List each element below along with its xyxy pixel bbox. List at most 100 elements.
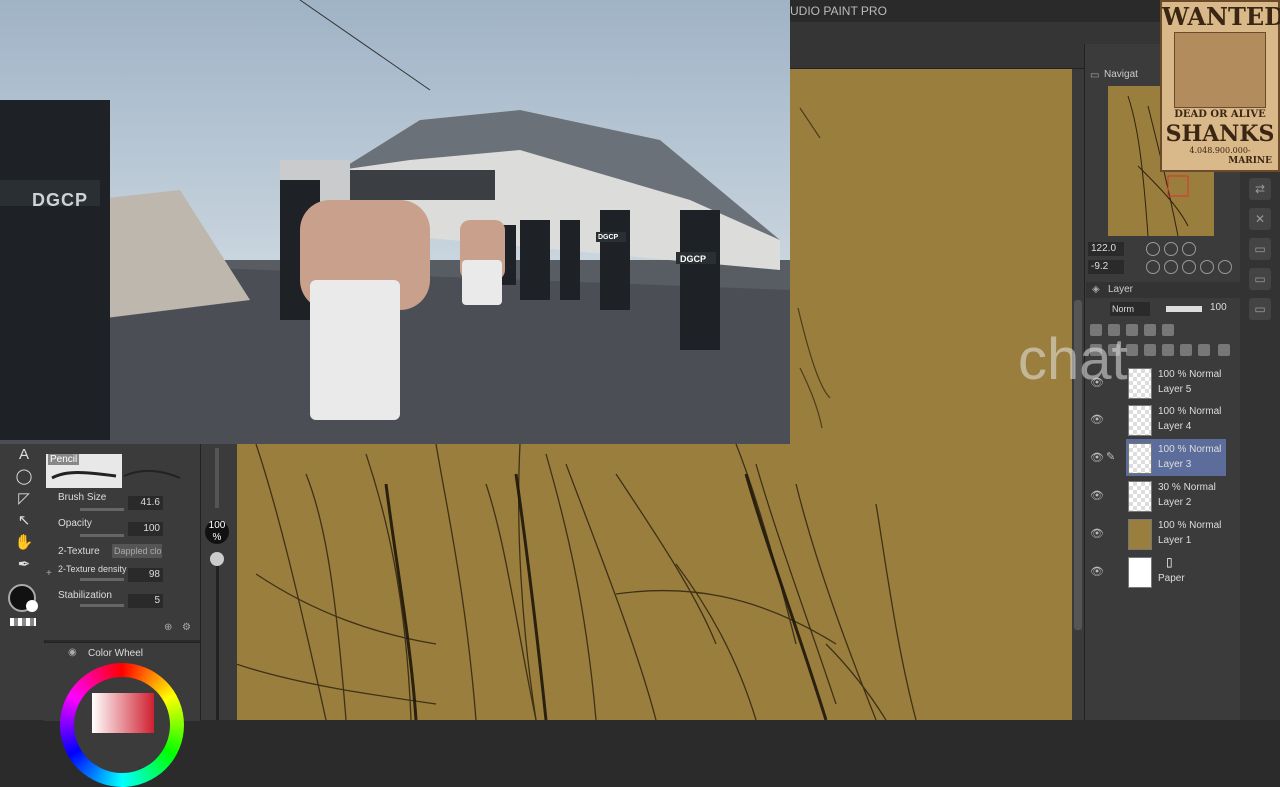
- mask-icon[interactable]: [1162, 344, 1174, 356]
- apply-mask-icon[interactable]: [1180, 344, 1192, 356]
- reset-rotate-icon[interactable]: [1182, 260, 1196, 274]
- rotate-right-icon[interactable]: [1164, 260, 1178, 274]
- lasso-tool-icon[interactable]: ◯: [14, 468, 34, 486]
- sub-color-swatch[interactable]: [26, 600, 38, 612]
- settings-icon[interactable]: ⊕: [164, 622, 172, 633]
- texture-density-value[interactable]: 98: [128, 568, 163, 582]
- layer-opacity-slider[interactable]: [1166, 306, 1202, 312]
- brush-size-label: Brush Size: [58, 492, 107, 503]
- opacity-slider[interactable]: [80, 534, 124, 537]
- layer-mode: 30 % Normal: [1158, 482, 1216, 493]
- visibility-eye-icon[interactable]: 👁: [1090, 451, 1104, 464]
- blend-mode-select[interactable]: Norm: [1110, 302, 1150, 316]
- opacity-label: Opacity: [58, 518, 92, 529]
- texture-density-slider[interactable]: [80, 578, 124, 581]
- wrench-icon[interactable]: ⚙: [182, 622, 191, 633]
- navigator-tab[interactable]: Navigat: [1104, 66, 1160, 84]
- pen-tool-icon[interactable]: ◸: [14, 490, 34, 508]
- opacity-bubble-unit: %: [212, 532, 222, 543]
- transparent-color-swatch[interactable]: [10, 618, 36, 626]
- opacity-handle[interactable]: [210, 552, 224, 566]
- zoom-fit-icon[interactable]: [1182, 242, 1196, 256]
- layer-mode: 100 % Normal: [1158, 369, 1222, 380]
- color-wheel-panel: ◉ Color Wheel: [44, 642, 200, 787]
- dgcp-badge: DGCP: [32, 190, 89, 210]
- navigator-controls: 122.0 -9.2: [1086, 240, 1240, 280]
- panel-icon-2[interactable]: ▭: [1249, 268, 1271, 290]
- zoom-value[interactable]: 122.0: [1088, 242, 1124, 256]
- layer-row[interactable]: 👁 30 % Normal Layer 2: [1086, 477, 1240, 514]
- paper-icon: ▯: [1166, 555, 1173, 569]
- duplicate-icon[interactable]: [1198, 344, 1210, 356]
- tool-property-panel: Pencil Brush Size 41.6 Opacity 100 2-Tex…: [44, 444, 200, 640]
- layers-icon: ◈: [1092, 284, 1100, 295]
- video-overlay: DGCP DGCP DGCP: [0, 0, 790, 444]
- opacity-value[interactable]: 100: [128, 522, 163, 536]
- texture-select[interactable]: Dappled clou: [112, 544, 162, 558]
- layer-row-selected[interactable]: 👁 ✎ 100 % Normal Layer 3: [1086, 439, 1240, 476]
- layer-row[interactable]: 👁 100 % Normal Layer 1: [1086, 515, 1240, 552]
- layer-name: Layer 5: [1158, 384, 1192, 395]
- opacity-bubble[interactable]: 100 %: [205, 520, 229, 544]
- dgcp-badge: DGCP: [598, 234, 619, 241]
- layer-row-paper[interactable]: 👁 ▯ Paper: [1086, 553, 1240, 590]
- brush-size-value[interactable]: 41.6: [128, 496, 163, 510]
- sketch-strokes-lower: [236, 444, 917, 720]
- rotate-left-icon[interactable]: [1146, 260, 1160, 274]
- layer-name: Paper: [1158, 573, 1185, 584]
- wanted-poster-overlay: WANTED DEAD OR ALIVE SHANKS 4.048.900.00…: [1160, 0, 1280, 172]
- brush-stroke-sample: [122, 458, 182, 486]
- layer-opacity-value[interactable]: 100: [1210, 302, 1227, 313]
- dgcp-badge: DGCP: [680, 254, 707, 264]
- visibility-eye-icon[interactable]: 👁: [1090, 565, 1104, 578]
- palette-scrollbar[interactable]: [215, 448, 219, 508]
- editing-pen-icon: ✎: [1106, 451, 1116, 463]
- layer-name: Layer 1: [1158, 535, 1192, 546]
- layer-tab[interactable]: Layer: [1108, 282, 1133, 298]
- poster-bounty: 4.048.900.000-: [1189, 146, 1251, 155]
- stabilization-slider[interactable]: [80, 604, 124, 607]
- brush-size-palette: 100 %: [200, 444, 237, 720]
- brush-size-slider[interactable]: [80, 508, 124, 511]
- texture-density-label: 2-Texture density: [58, 564, 127, 574]
- panel-icon[interactable]: ▭: [1249, 238, 1271, 260]
- delete-layer-icon[interactable]: [1218, 344, 1230, 356]
- layer-thumbnail: [1128, 481, 1152, 512]
- paper-thumbnail: [1128, 557, 1152, 588]
- poster-marine: MARINE: [1228, 156, 1272, 166]
- eyedropper-tool-icon[interactable]: ✒: [14, 556, 34, 574]
- drawing-canvas-lower[interactable]: [236, 444, 1072, 720]
- zoom-in-icon[interactable]: [1164, 242, 1178, 256]
- saturation-box[interactable]: [92, 693, 154, 733]
- layer-row[interactable]: 👁 100 % Normal Layer 4: [1086, 401, 1240, 438]
- layer-mode: 100 % Normal: [1158, 444, 1222, 455]
- zoom-out-icon[interactable]: [1146, 242, 1160, 256]
- panel-icon-3[interactable]: ▭: [1249, 298, 1271, 320]
- flip-horizontal-icon[interactable]: [1200, 260, 1214, 274]
- stabilization-value[interactable]: 5: [128, 594, 163, 608]
- flip-vertical-icon[interactable]: [1218, 260, 1232, 274]
- navigator-collapse-icon[interactable]: ▭: [1090, 70, 1099, 81]
- close-panel-icon[interactable]: ✕: [1249, 208, 1271, 230]
- watermark-text: chat: [1018, 327, 1128, 392]
- brush-preview[interactable]: Pencil: [46, 454, 122, 488]
- brush-name: Pencil: [48, 454, 80, 465]
- workspace-icon[interactable]: ⇄: [1249, 178, 1271, 200]
- visibility-eye-icon[interactable]: 👁: [1090, 527, 1104, 540]
- rotate-value[interactable]: -9.2: [1088, 260, 1124, 274]
- lock-transparent-icon[interactable]: [1162, 324, 1174, 336]
- expand-plus-icon[interactable]: +: [46, 568, 52, 579]
- opacity-track[interactable]: [216, 554, 219, 720]
- layer-thumbnail: [1128, 519, 1152, 550]
- text-tool-icon[interactable]: A: [14, 446, 34, 464]
- hand-tool-icon[interactable]: ✋: [14, 534, 34, 552]
- visibility-eye-icon[interactable]: 👁: [1090, 413, 1104, 426]
- color-wheel-title[interactable]: Color Wheel: [88, 648, 143, 659]
- operation-tool-icon[interactable]: ↖: [14, 512, 34, 530]
- visibility-eye-icon[interactable]: 👁: [1090, 489, 1104, 502]
- layer-name: Layer 4: [1158, 421, 1192, 432]
- poster-portrait: [1174, 32, 1266, 108]
- layer-mode: 100 % Normal: [1158, 406, 1222, 417]
- opacity-bubble-value: 100: [208, 520, 226, 531]
- stabilization-label: Stabilization: [58, 590, 112, 601]
